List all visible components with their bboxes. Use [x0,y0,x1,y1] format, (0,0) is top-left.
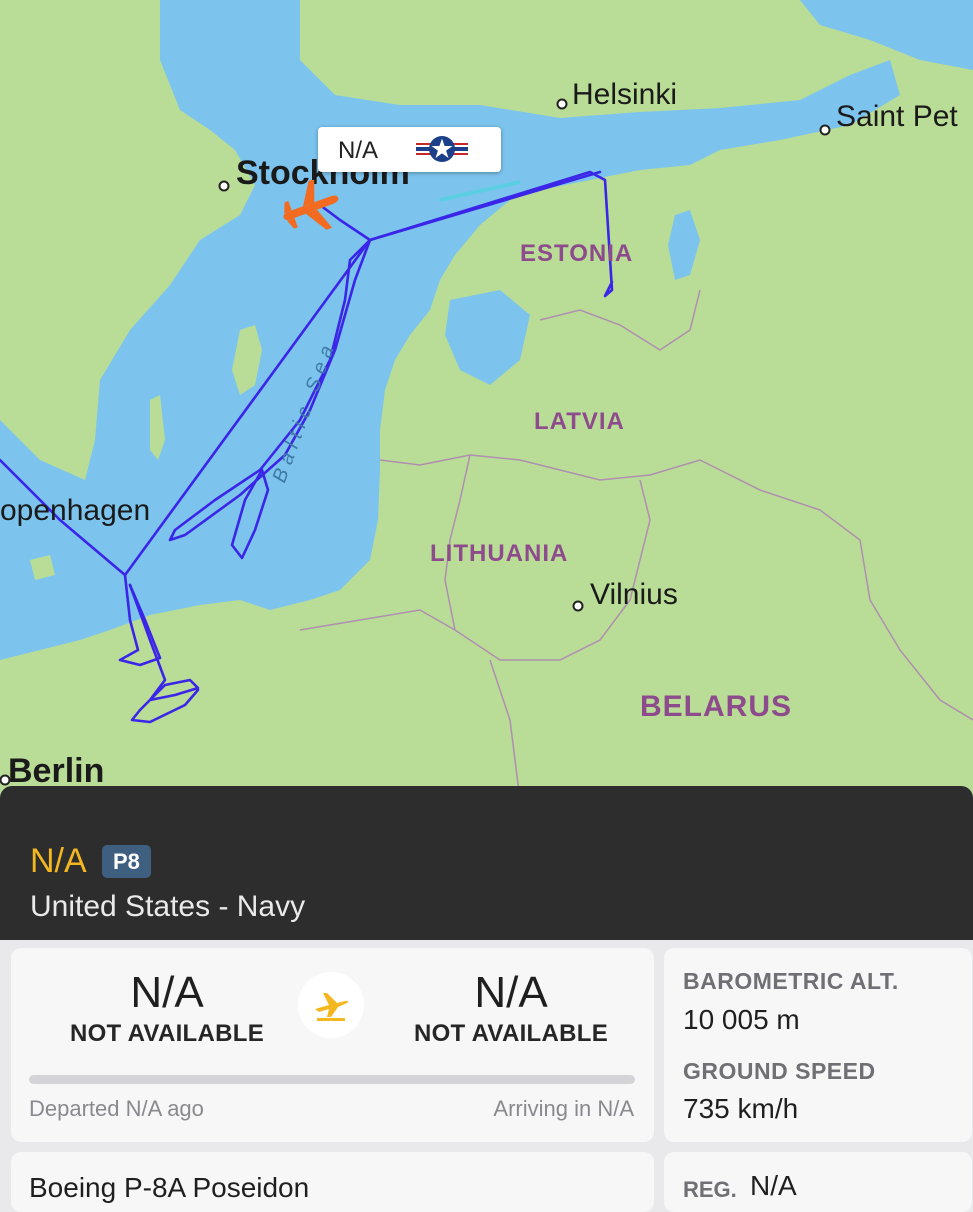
ground-speed-label: GROUND SPEED [683,1058,876,1084]
aircraft-model: Boeing P-8A Poseidon [29,1172,310,1203]
registration-card[interactable]: REG. N/A [664,1152,972,1212]
us-military-roundel-icon [414,134,470,164]
flight-map[interactable]: Helsinki Saint Pet Stockholm openhagen V… [0,0,973,800]
country-label-belarus: BELARUS [640,690,793,723]
aircraft-icon[interactable] [278,180,342,236]
ground-speed-value: 735 km/h [683,1093,799,1124]
aircraft-model-card[interactable]: Boeing P-8A Poseidon [11,1152,654,1212]
registration-value: N/A [750,1170,797,1201]
destination-code: N/A [474,968,548,1017]
registration-label: REG. [683,1177,737,1202]
aircraft-type-badge: P8 [102,845,151,878]
flight-info-sheet: N/A P8 United States - Navy N/A NOT AVAI… [0,780,973,1212]
callsign: N/A [30,842,87,880]
origin-code: N/A [130,968,204,1017]
country-label-latvia: LATVIA [534,408,625,435]
origin-name: NOT AVAILABLE [69,1020,265,1047]
route-card[interactable]: N/A NOT AVAILABLE N/A NOT AVAILABLE Depa… [11,948,654,1142]
country-label-lithuania: LITHUANIA [430,540,569,567]
route-plane-badge [298,972,364,1038]
city-label-helsinki[interactable]: Helsinki [572,78,677,112]
map-canvas[interactable] [0,0,973,800]
destination-name: NOT AVAILABLE [413,1020,609,1047]
city-label-vilnius[interactable]: Vilnius [590,578,678,612]
flight-header[interactable]: N/A P8 United States - Navy [0,786,973,940]
altitude-label: BAROMETRIC ALT. [683,968,899,994]
altitude-value: 10 005 m [683,1004,800,1035]
operator-name: United States - Navy [30,890,306,923]
arriving-text: Arriving in N/A [493,1096,634,1121]
country-label-estonia: ESTONIA [520,240,634,267]
city-label-saint-petersburg[interactable]: Saint Pet [836,100,958,134]
city-label-copenhagen[interactable]: openhagen [0,494,150,528]
departed-text: Departed N/A ago [29,1096,204,1121]
aircraft-callout[interactable]: N/A [318,127,501,172]
flight-progress-bar [29,1075,635,1084]
callout-label: N/A [338,137,379,164]
stats-card[interactable]: BAROMETRIC ALT. 10 005 m GROUND SPEED 73… [664,948,972,1142]
